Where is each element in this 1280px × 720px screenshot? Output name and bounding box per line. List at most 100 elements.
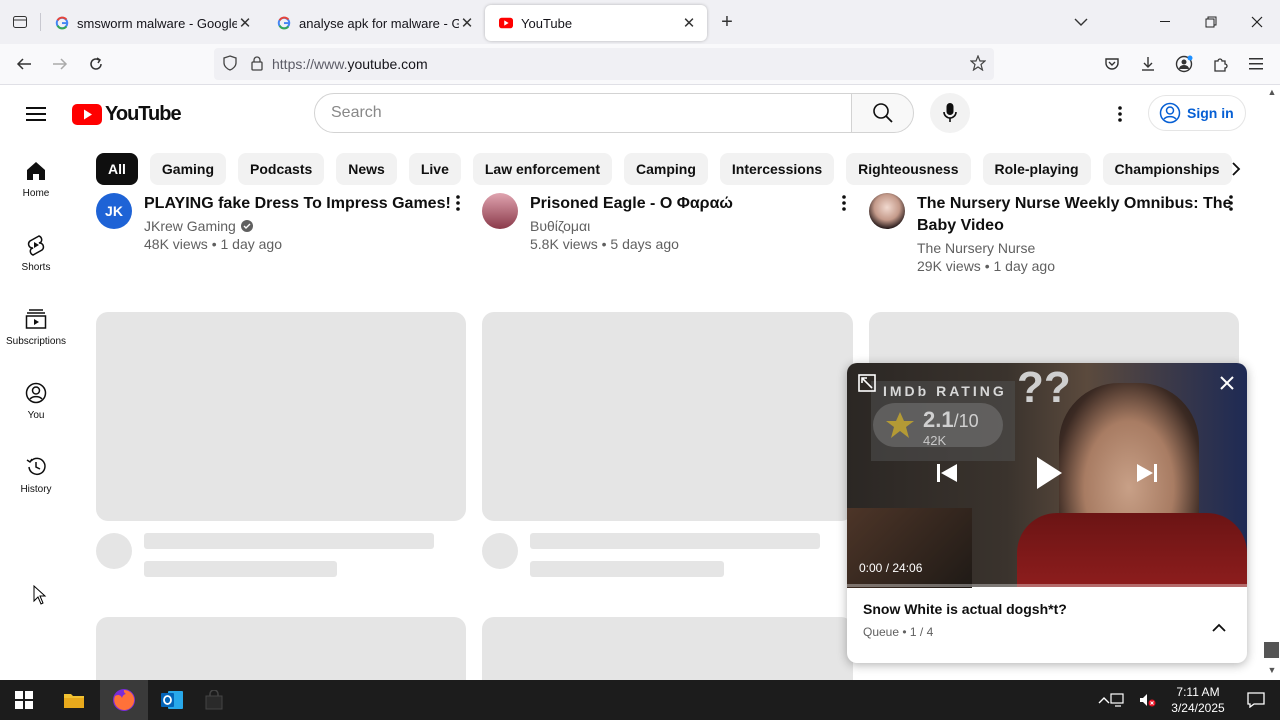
- minimize-icon[interactable]: [1142, 0, 1188, 44]
- video-title[interactable]: PLAYING fake Dress To Impress Games!: [144, 193, 451, 215]
- extensions-icon[interactable]: [1202, 48, 1238, 80]
- tab-youtube[interactable]: YouTube ✕: [485, 5, 707, 41]
- close-tab-icon[interactable]: ✕: [237, 15, 253, 32]
- pocket-icon[interactable]: [1094, 48, 1130, 80]
- taskbar-clock[interactable]: 7:11 AM 3/24/2025: [1164, 684, 1232, 716]
- tab-analyse-apk[interactable]: analyse apk for malware - Goog ✕: [263, 5, 485, 41]
- upload-age: 1 day ago: [993, 258, 1056, 274]
- tab-list-icon[interactable]: [0, 0, 40, 44]
- search-button[interactable]: [851, 93, 914, 133]
- voice-search-button[interactable]: [930, 93, 970, 133]
- chip-gaming[interactable]: Gaming: [149, 153, 227, 185]
- browser-tab-strip: smsworm malware - Google Se ✕ analyse ap…: [0, 0, 1280, 44]
- tab-title: YouTube: [521, 15, 573, 31]
- chip-law-enforcement[interactable]: Law enforcement: [472, 153, 612, 185]
- view-count: 29K views: [917, 258, 981, 274]
- chip-role-playing[interactable]: Role-playing: [982, 153, 1091, 185]
- mini-guide-sidebar: Home Shorts Subscriptions You History: [0, 142, 72, 512]
- channel-name[interactable]: JKrew Gaming: [144, 218, 236, 234]
- start-windows-icon[interactable]: [0, 680, 48, 720]
- channel-avatar[interactable]: JK: [96, 193, 132, 229]
- chip-podcasts[interactable]: Podcasts: [238, 153, 325, 185]
- close-tab-icon[interactable]: ✕: [681, 15, 697, 32]
- video-card-prisoned-eagle[interactable]: Prisoned Eagle - Ο Φαραώ Βυθίζομαι 5.8K …: [482, 193, 854, 252]
- miniplayer: IMDb RATING 2.1/10 42K ?? 0:00 / 24:06 S…: [847, 363, 1247, 663]
- video-menu-icon[interactable]: [1221, 193, 1241, 213]
- sidebar-item-shorts[interactable]: Shorts: [0, 216, 72, 290]
- back-icon[interactable]: [6, 48, 42, 80]
- close-miniplayer-icon[interactable]: [1215, 371, 1239, 395]
- new-tab-button[interactable]: +: [707, 4, 747, 40]
- lock-icon[interactable]: [250, 55, 264, 74]
- menu-icon[interactable]: [1238, 48, 1274, 80]
- address-bar[interactable]: https://www.youtube.com: [214, 48, 994, 80]
- scroll-up-arrow-icon[interactable]: ▲: [1266, 86, 1278, 98]
- sidebar-item-you[interactable]: You: [0, 364, 72, 438]
- user-circle-icon: [1159, 102, 1181, 124]
- downloads-icon[interactable]: [1130, 48, 1166, 80]
- sidebar-item-home[interactable]: Home: [0, 142, 72, 216]
- chip-camping[interactable]: Camping: [624, 153, 708, 185]
- video-title-line1: The Nursery Nurse Weekly Omnibus: The: [917, 195, 1232, 212]
- list-all-tabs-icon[interactable]: [1058, 0, 1104, 44]
- network-icon[interactable]: [1104, 680, 1132, 720]
- notification-center-icon[interactable]: [1232, 680, 1280, 720]
- clock-date: 3/24/2025: [1171, 701, 1225, 715]
- video-title[interactable]: Prisoned Eagle - Ο Φαραώ: [530, 193, 733, 215]
- video-card-nursery-nurse[interactable]: The Nursery Nurse Weekly Omnibus: The Bab…: [869, 193, 1239, 274]
- video-card-jkrew[interactable]: JK PLAYING fake Dress To Impress Games! …: [96, 193, 466, 252]
- miniplayer-title[interactable]: Snow White is actual dogsh*t?: [863, 601, 1067, 617]
- next-icon[interactable]: [1131, 457, 1163, 489]
- previous-icon[interactable]: [931, 457, 963, 489]
- sign-in-button[interactable]: Sign in: [1148, 95, 1246, 131]
- upload-age: 1 day ago: [220, 236, 283, 252]
- channel-avatar[interactable]: [869, 193, 905, 229]
- channel-name[interactable]: Βυθίζομαι: [530, 218, 590, 234]
- chip-championships[interactable]: Championships: [1102, 153, 1232, 185]
- progress-bar[interactable]: [847, 584, 1247, 587]
- forward-icon[interactable]: [42, 48, 78, 80]
- close-tab-icon[interactable]: ✕: [459, 15, 475, 32]
- video-menu-icon[interactable]: [834, 193, 854, 213]
- firefox-icon[interactable]: [100, 680, 148, 720]
- sidebar-item-subscriptions[interactable]: Subscriptions: [0, 290, 72, 364]
- video-title[interactable]: The Nursery Nurse Weekly Omnibus: The Bab…: [917, 193, 1231, 237]
- scroll-down-arrow-icon[interactable]: ▼: [1266, 664, 1278, 676]
- store-bag-icon[interactable]: [190, 680, 238, 720]
- play-icon[interactable]: [1029, 453, 1069, 493]
- history-icon: [26, 457, 46, 475]
- chip-next-arrow-icon[interactable]: [1220, 153, 1252, 185]
- youtube-logo[interactable]: YouTube: [72, 103, 182, 126]
- url-text: https://www.youtube.com: [272, 56, 428, 72]
- account-icon[interactable]: [1166, 48, 1202, 80]
- restore-icon[interactable]: [1188, 0, 1234, 44]
- guide-menu-icon[interactable]: [18, 96, 54, 132]
- expand-queue-chevron-icon[interactable]: [1207, 615, 1231, 639]
- reload-icon[interactable]: [78, 48, 114, 80]
- channel-name[interactable]: The Nursery Nurse: [917, 240, 1035, 256]
- chip-news[interactable]: News: [336, 153, 397, 185]
- bookmark-star-icon[interactable]: [969, 53, 987, 74]
- microphone-icon: [943, 103, 957, 122]
- miniplayer-video[interactable]: IMDb RATING 2.1/10 42K ?? 0:00 / 24:06: [847, 363, 1247, 588]
- settings-kebab-icon[interactable]: [1104, 98, 1136, 130]
- chip-righteousness[interactable]: Righteousness: [846, 153, 971, 185]
- outlook-icon[interactable]: [148, 680, 196, 720]
- volume-muted-icon[interactable]: [1134, 680, 1162, 720]
- tab-title: analyse apk for malware - Goog: [299, 15, 459, 31]
- browser-nav-bar: https://www.youtube.com: [0, 44, 1280, 85]
- channel-avatar[interactable]: [482, 193, 518, 229]
- expand-icon[interactable]: [855, 371, 879, 395]
- title-skeleton: [530, 533, 820, 549]
- file-explorer-icon[interactable]: [50, 680, 98, 720]
- search-input[interactable]: Search: [314, 93, 852, 133]
- chip-all[interactable]: All: [96, 153, 138, 185]
- sidebar-item-history[interactable]: History: [0, 438, 72, 512]
- chip-intercessions[interactable]: Intercessions: [719, 153, 835, 185]
- tracking-shield-icon[interactable]: [222, 54, 238, 74]
- video-menu-icon[interactable]: [448, 193, 468, 213]
- chip-live[interactable]: Live: [408, 153, 461, 185]
- close-window-icon[interactable]: [1234, 0, 1280, 44]
- tab-smsworm[interactable]: smsworm malware - Google Se ✕: [41, 5, 263, 41]
- scrollbar-thumb[interactable]: [1264, 642, 1279, 658]
